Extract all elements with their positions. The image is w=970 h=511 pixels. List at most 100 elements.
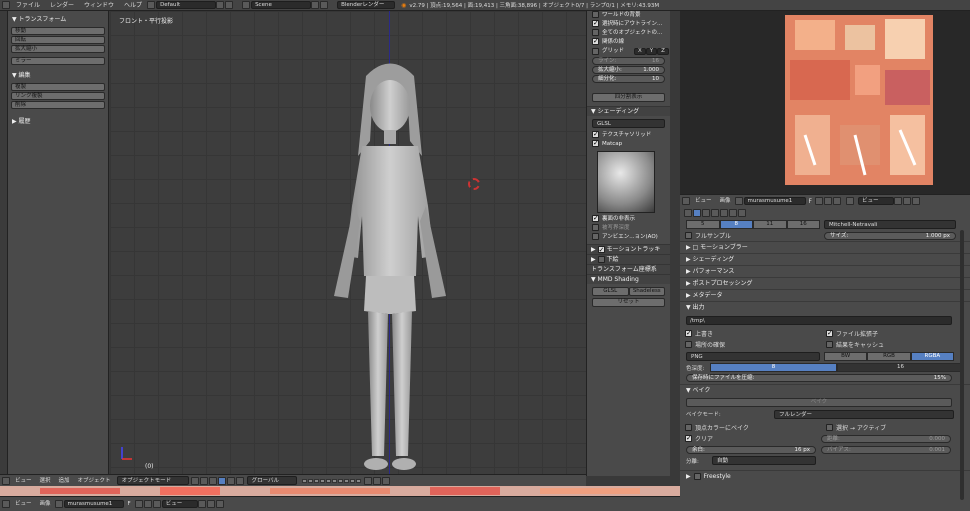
edit-panel-header[interactable]: ▼ 編集 — [8, 67, 108, 82]
layout-icon[interactable] — [147, 1, 156, 9]
menu-object[interactable]: オブジェクト — [74, 475, 115, 487]
bake-header[interactable]: ▼ ベイク — [680, 384, 970, 396]
shading-mode-icon[interactable] — [190, 476, 199, 485]
3d-cursor-icon[interactable] — [468, 178, 480, 190]
placeholders-toggle[interactable]: 場所の確保 — [680, 340, 821, 349]
timeline-strip[interactable] — [0, 486, 700, 496]
menu-window[interactable]: ウィンドウ — [79, 0, 119, 11]
post-processing-header[interactable]: ▶ ポストプロセッシング — [680, 277, 970, 289]
properties-editor-icon[interactable] — [684, 209, 692, 217]
bake-split-select[interactable]: 自動 — [712, 456, 816, 465]
image-editor[interactable] — [680, 11, 970, 194]
depth-of-field-toggle[interactable]: 被写界深度 — [587, 224, 670, 233]
menu-image[interactable]: 画像 — [716, 195, 735, 207]
compression-field[interactable]: 保存時にファイルを圧縮: 15% — [686, 374, 952, 382]
remove-layout-icon[interactable] — [225, 1, 234, 9]
bake-mode-select[interactable]: フルレンダー — [774, 409, 954, 419]
grid-subdivisions-field[interactable]: 細分化: 10 — [592, 75, 665, 83]
backface-culling-toggle[interactable]: 裏面の非表示 — [587, 215, 670, 224]
render-engine-select[interactable]: Blenderレンダー — [337, 1, 396, 9]
character-model[interactable] — [310, 46, 470, 474]
translate-manip-icon[interactable] — [217, 476, 226, 485]
pivot-icon[interactable] — [893, 197, 902, 205]
shading-header[interactable]: ▶ シェーディング — [680, 253, 970, 265]
world-bg-toggle[interactable]: ワールドの背景 — [587, 11, 670, 20]
transform-orientations-header[interactable]: トランスフォーム座標系 — [587, 264, 670, 274]
render-preview-icon[interactable] — [381, 476, 390, 485]
matcap-preview[interactable] — [597, 151, 655, 213]
scene-icon[interactable] — [242, 1, 251, 9]
mmd-shading-header[interactable]: ▼ MMD Shading — [587, 274, 670, 284]
mode-select[interactable]: オブジェクトモード — [116, 476, 189, 485]
transform-panel-header[interactable]: ▼ トランスフォーム — [8, 11, 108, 26]
pin-icon[interactable] — [845, 197, 854, 205]
proportional-edit-icon[interactable] — [372, 476, 381, 485]
snap-icon[interactable] — [215, 500, 224, 508]
editor-type-icon[interactable] — [2, 500, 10, 508]
manipulator-icon[interactable] — [208, 476, 217, 485]
history-panel-header[interactable]: ▶ 履歴 — [8, 113, 108, 128]
bake-to-vertex-color-toggle[interactable]: 頂点カラーにベイク — [680, 423, 821, 432]
open-image-icon[interactable] — [143, 500, 152, 508]
freestyle-header[interactable]: ▶ Freestyle — [680, 470, 970, 482]
menu-select[interactable]: 選択 — [36, 475, 55, 487]
view-mode-select[interactable]: ビュー — [857, 197, 894, 205]
full-sample-toggle[interactable]: フルサンプル — [680, 231, 820, 240]
duplicate-linked-button[interactable]: リンク複製 — [11, 92, 105, 100]
delete-button[interactable]: 削除 — [11, 101, 105, 109]
editor-type-icon[interactable] — [682, 197, 690, 205]
matcap-toggle[interactable]: Matcap — [587, 140, 670, 149]
open-image-icon[interactable] — [823, 197, 832, 205]
constraints-tab-icon[interactable] — [738, 209, 746, 217]
all-origins-toggle[interactable]: 全てのオブジェクトの... — [587, 29, 670, 38]
performance-header[interactable]: ▶ パフォーマンス — [680, 265, 970, 277]
bake-button[interactable]: ベイク — [686, 398, 952, 407]
remove-scene-icon[interactable] — [320, 1, 329, 9]
selected-to-active-toggle[interactable]: 選択 → アクティブ — [821, 423, 886, 432]
world-tab-icon[interactable] — [720, 209, 728, 217]
bake-distance-field[interactable]: 距離: 0.000 — [821, 434, 951, 443]
output-path-field[interactable]: /tmp\ — [686, 316, 952, 325]
image-browse-icon[interactable] — [734, 197, 743, 205]
texture-image[interactable] — [785, 15, 933, 185]
fake-user-toggle[interactable]: F — [124, 497, 135, 511]
layout-field[interactable]: Default — [156, 1, 217, 9]
properties-scrollbar[interactable] — [960, 230, 964, 500]
add-scene-icon[interactable] — [311, 1, 320, 9]
rotate-button[interactable]: 回転 — [11, 36, 105, 44]
editor-type-icon[interactable] — [2, 476, 10, 485]
toolshelf-tabs[interactable] — [0, 11, 8, 476]
image-browse-icon[interactable] — [54, 500, 63, 508]
mmd-glsl-button[interactable]: GLSL — [592, 287, 629, 296]
image-name-field[interactable]: murasmusume1 — [63, 500, 124, 508]
mmd-reset-button[interactable]: リセット — [592, 298, 665, 307]
scene-field[interactable]: Scene — [251, 1, 312, 9]
new-image-icon[interactable] — [134, 500, 143, 508]
3d-viewport[interactable]: フロント・平行投影 (0) — [110, 11, 586, 474]
texture-solid-toggle[interactable]: テクスチャソリッド — [587, 131, 670, 140]
grid-scale-field[interactable]: 拡大縮小: 1.000 — [592, 66, 665, 74]
scale-manip-icon[interactable] — [235, 476, 244, 485]
snap-icon[interactable] — [911, 197, 920, 205]
filter-size-field[interactable]: サイズ: 1.000 px — [824, 231, 956, 240]
relationship-lines-toggle[interactable]: 関係の線 — [587, 38, 670, 47]
shading-mode-select[interactable]: GLSL — [592, 119, 665, 128]
cache-result-toggle[interactable]: 結果をキャッシュ — [821, 340, 884, 349]
orientation-select[interactable]: グローバル — [246, 476, 297, 485]
translate-button[interactable]: 移動 — [11, 27, 105, 35]
snap-icon[interactable] — [363, 476, 372, 485]
render-tab-icon[interactable] — [693, 209, 701, 217]
grid-toggle[interactable] — [592, 48, 599, 55]
menu-view[interactable]: ビュー — [691, 195, 716, 207]
file-extensions-toggle[interactable]: ファイル拡張子 — [821, 329, 878, 338]
sync-icon[interactable] — [206, 500, 215, 508]
pivot-icon[interactable] — [197, 500, 206, 508]
duplicate-button[interactable]: 複製 — [11, 83, 105, 91]
view-mode-select[interactable]: ビュー — [161, 500, 198, 508]
file-format-select[interactable]: PNG — [686, 352, 820, 361]
axis-x-toggle[interactable]: X — [634, 48, 646, 55]
bake-bias-field[interactable]: バイアス: 0.001 — [821, 445, 951, 454]
axis-y-toggle[interactable]: Y — [645, 48, 658, 55]
mmd-shadeless-button[interactable]: Shadeless — [628, 287, 665, 296]
unlink-image-icon[interactable] — [152, 500, 161, 508]
